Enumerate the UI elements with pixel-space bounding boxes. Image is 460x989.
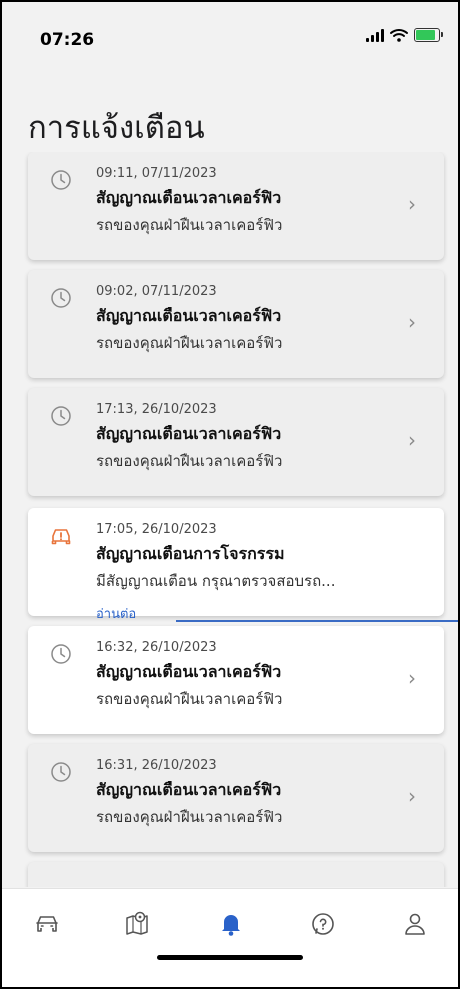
notification-title: สัญญาณเตือนเวลาเคอร์ฟิว xyxy=(96,662,282,681)
notification-message: มีสัญญาณเตือน กรุณาตรวจสอบรถ... xyxy=(96,572,336,590)
notification-title: สัญญาณเตือนเวลาเคอร์ฟิว xyxy=(96,424,282,443)
status-time: 07:26 xyxy=(40,30,95,50)
clock-icon xyxy=(51,170,71,190)
notification-timestamp: 09:02, 07/11/2023 xyxy=(96,284,217,299)
notification-timestamp: 17:13, 26/10/2023 xyxy=(96,402,217,417)
phone-screen: 07:26 การแจ้งเตือน 09:11, 07/11/2023 สัญ… xyxy=(0,0,460,989)
notification-message: รถของคุณฝ่าฝืนเวลาเคอร์ฟิว xyxy=(96,690,283,708)
clock-icon xyxy=(51,288,71,308)
notification-item[interactable]: 09:11, 07/11/2023 สัญญาณเตือนเวลาเคอร์ฟิ… xyxy=(28,152,444,260)
bottom-tab-bar xyxy=(2,888,458,987)
chevron-right-icon: › xyxy=(408,192,416,216)
notification-message: รถของคุณฝ่าฝืนเวลาเคอร์ฟิว xyxy=(96,216,283,234)
wifi-icon xyxy=(390,29,408,42)
notification-message: รถของคุณฝ่าฝืนเวลาเคอร์ฟิว xyxy=(96,808,283,826)
notification-title: สัญญาณเตือนเวลาเคอร์ฟิว xyxy=(96,780,282,799)
notification-item-partial[interactable] xyxy=(28,862,444,887)
read-more-link[interactable]: อ่านต่อ xyxy=(96,603,136,624)
notification-title: สัญญาณเตือนการโจรกรรม xyxy=(96,544,285,563)
chevron-right-icon: › xyxy=(408,666,416,690)
notification-message: รถของคุณฝ่าฝืนเวลาเคอร์ฟิว xyxy=(96,452,283,470)
car-alert-icon xyxy=(51,529,71,545)
signal-icon xyxy=(366,28,384,42)
notification-list[interactable]: 09:11, 07/11/2023 สัญญาณเตือนเวลาเคอร์ฟิ… xyxy=(2,152,458,887)
notification-timestamp: 09:11, 07/11/2023 xyxy=(96,166,217,181)
bell-icon[interactable] xyxy=(216,909,246,939)
chevron-right-icon: › xyxy=(408,310,416,334)
profile-icon[interactable] xyxy=(400,909,430,939)
car-icon[interactable] xyxy=(32,909,62,939)
help-icon[interactable] xyxy=(308,909,338,939)
page-title: การแจ้งเตือน xyxy=(28,110,205,146)
chevron-right-icon: › xyxy=(408,428,416,452)
notification-item[interactable]: 09:02, 07/11/2023 สัญญาณเตือนเวลาเคอร์ฟิ… xyxy=(28,270,444,378)
chevron-right-icon: › xyxy=(408,784,416,808)
notification-timestamp: 17:05, 26/10/2023 xyxy=(96,522,217,537)
clock-icon xyxy=(51,762,71,782)
notification-item[interactable]: 16:31, 26/10/2023 สัญญาณเตือนเวลาเคอร์ฟิ… xyxy=(28,744,444,852)
notification-item-alert[interactable]: 17:05, 26/10/2023 สัญญาณเตือนการโจรกรรม … xyxy=(28,508,444,622)
notification-timestamp: 16:32, 26/10/2023 xyxy=(96,640,217,655)
notification-item[interactable]: 17:13, 26/10/2023 สัญญาณเตือนเวลาเคอร์ฟิ… xyxy=(28,388,444,496)
notification-title: สัญญาณเตือนเวลาเคอร์ฟิว xyxy=(96,306,282,325)
battery-icon xyxy=(414,28,443,42)
annotation-line xyxy=(176,620,458,622)
notification-title: สัญญาณเตือนเวลาเคอร์ฟิว xyxy=(96,188,282,207)
status-bar: 07:26 xyxy=(2,2,458,72)
notification-item[interactable]: 16:32, 26/10/2023 สัญญาณเตือนเวลาเคอร์ฟิ… xyxy=(28,626,444,734)
status-icons xyxy=(366,28,443,42)
map-pin-icon[interactable] xyxy=(122,909,152,939)
clock-icon xyxy=(51,644,71,664)
notification-message: รถของคุณฝ่าฝืนเวลาเคอร์ฟิว xyxy=(96,334,283,352)
home-indicator xyxy=(157,955,303,960)
notification-timestamp: 16:31, 26/10/2023 xyxy=(96,758,217,773)
clock-icon xyxy=(51,406,71,426)
